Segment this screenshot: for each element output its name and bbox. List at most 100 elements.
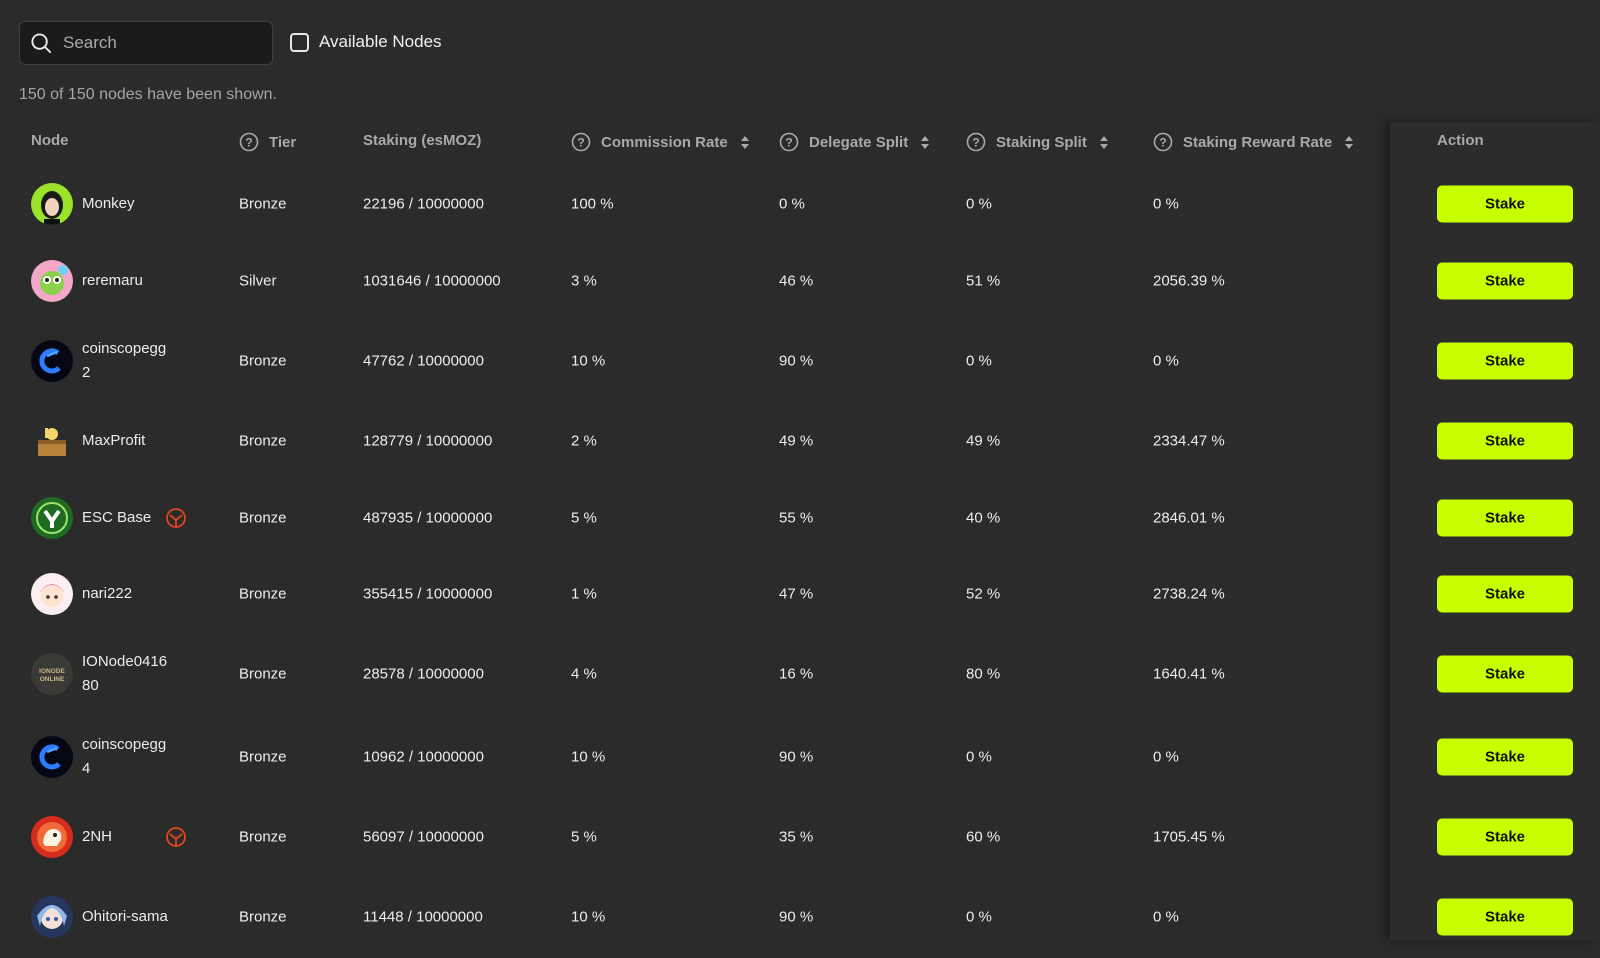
table-row: coinscopegg2 Bronze 47762 / 10000000 10 % 90… (0, 320, 1600, 402)
table-row: ESC Base Bronze 487935 / 10000000 5 % 55 % 40… (0, 480, 1600, 556)
delegate-split-cell: 0 % (779, 195, 805, 213)
stake-button[interactable]: Stake (1437, 655, 1573, 693)
tier-cell: Bronze (239, 748, 287, 766)
stake-button[interactable]: Stake (1437, 422, 1573, 460)
commission-cell: 5 % (571, 509, 597, 527)
staking-split-cell: 0 % (966, 195, 992, 213)
delegate-split-cell: 47 % (779, 585, 814, 603)
svg-text:?: ? (245, 136, 252, 150)
column-header-commission[interactable]: ? Commission Rate (571, 132, 750, 152)
node-name: coinscopegg2 (82, 340, 167, 381)
staking-split-cell: 49 % (966, 432, 1001, 450)
table-row: Monkey Bronze 22196 / 10000000 100 % 0 % 0 % 0… (0, 167, 1600, 241)
staking-split-cell: 51 % (966, 272, 1001, 290)
svg-text:?: ? (1159, 136, 1166, 150)
tier-cell: Silver (239, 272, 277, 290)
reward-rate-cell: 2334.47 % (1153, 432, 1225, 450)
stake-button[interactable]: Stake (1437, 262, 1573, 300)
nari-avatar (31, 573, 73, 615)
reward-rate-cell: 2738.24 % (1153, 585, 1225, 603)
column-header-staking-split-label: Staking Split (996, 133, 1087, 151)
commission-cell: 3 % (571, 272, 597, 290)
2nh-avatar (31, 816, 73, 858)
ohitori-avatar (31, 896, 73, 938)
stake-button[interactable]: Stake (1437, 185, 1573, 223)
commission-cell: 100 % (571, 195, 614, 213)
available-nodes-label: Available Nodes (319, 32, 442, 51)
column-header-staking-split[interactable]: ? Staking Split (966, 132, 1109, 152)
table-row: MaxProfit Bronze 128779 / 10000000 2 % 49 % 4… (0, 402, 1600, 480)
column-header-reward-rate[interactable]: ? Staking Reward Rate (1153, 132, 1354, 152)
node-name: reremaru (82, 272, 143, 289)
sort-icon[interactable] (740, 135, 750, 150)
table-row: reremaru Silver 1031646 / 10000000 3 % 46 % 5… (0, 242, 1600, 320)
sort-icon[interactable] (1344, 135, 1354, 150)
available-nodes-filter[interactable]: Available Nodes (290, 32, 442, 52)
staking-split-cell: 0 % (966, 748, 992, 766)
sort-icon[interactable] (920, 135, 930, 150)
coinscope-avatar (31, 736, 73, 778)
network-badge-icon (165, 826, 187, 848)
reward-rate-cell: 1705.45 % (1153, 828, 1225, 846)
escbase-avatar (31, 497, 73, 539)
stake-button[interactable]: Stake (1437, 818, 1573, 856)
table-row: nari222 Bronze 355415 / 10000000 1 % 47 % 52 … (0, 556, 1600, 632)
stake-button[interactable]: Stake (1437, 575, 1573, 613)
maxprofit-avatar (31, 420, 73, 462)
stake-button[interactable]: Stake (1437, 342, 1573, 380)
delegate-split-cell: 55 % (779, 509, 814, 527)
table-row: coinscopegg4 Bronze 10962 / 10000000 10 % 90… (0, 716, 1600, 798)
staking-split-cell: 52 % (966, 585, 1001, 603)
available-nodes-checkbox[interactable] (290, 32, 309, 52)
reward-rate-cell: 0 % (1153, 352, 1179, 370)
staking-split-cell: 0 % (966, 352, 992, 370)
search-input[interactable] (63, 33, 253, 53)
stake-button[interactable]: Stake (1437, 499, 1573, 537)
node-name: Monkey (82, 195, 135, 212)
staking-cell: 128779 / 10000000 (363, 432, 493, 450)
svg-text:?: ? (972, 136, 979, 150)
node-cell: MaxProfit (31, 420, 172, 462)
column-header-delegate-split-label: Delegate Split (809, 133, 909, 151)
table-row: Ohitori-sama Bronze 11448 / 10000000 10 % 90… (0, 876, 1600, 958)
search-icon (31, 32, 52, 53)
coinscope-avatar (31, 340, 73, 382)
node-cell: Ohitori-sama (31, 896, 172, 938)
stake-button[interactable]: Stake (1437, 738, 1573, 776)
help-icon[interactable]: ? (966, 132, 986, 152)
search-box[interactable] (19, 21, 273, 65)
help-icon[interactable]: ? (571, 132, 591, 152)
commission-cell: 1 % (571, 585, 597, 603)
svg-text:?: ? (577, 136, 584, 150)
reward-rate-cell: 0 % (1153, 195, 1179, 213)
staking-split-cell: 80 % (966, 665, 1001, 683)
stake-button[interactable]: Stake (1437, 898, 1573, 936)
node-cell: Monkey (31, 183, 172, 225)
column-header-delegate-split[interactable]: ? Delegate Split (779, 132, 930, 152)
tier-cell: Bronze (239, 665, 287, 683)
sort-icon[interactable] (1099, 135, 1109, 150)
tier-cell: Bronze (239, 509, 287, 527)
table-row: 2NH Bronze 56097 / 10000000 5 % 35 % 60 % 1705… (0, 798, 1600, 876)
delegate-split-cell: 90 % (779, 352, 814, 370)
help-icon[interactable]: ? (779, 132, 799, 152)
node-name: 2NH (82, 828, 113, 845)
reward-rate-cell: 2056.39 % (1153, 272, 1225, 290)
column-header-node: Node (31, 132, 69, 149)
node-name: IONode041680 (82, 653, 168, 694)
tier-cell: Bronze (239, 585, 287, 603)
delegate-split-cell: 90 % (779, 748, 814, 766)
ionode-logo-text: IONODE (39, 668, 65, 675)
node-name: nari222 (82, 585, 133, 602)
column-header-action: Action (1437, 132, 1484, 149)
help-icon[interactable]: ? (239, 132, 259, 152)
nodes-count-text: 150 of 150 nodes have been shown. (19, 86, 277, 103)
node-name: coinscopegg4 (82, 736, 167, 777)
node-cell: coinscopegg2 (31, 337, 172, 385)
delegate-split-cell: 35 % (779, 828, 814, 846)
staking-cell: 56097 / 10000000 (363, 828, 484, 846)
staking-cell: 1031646 / 10000000 (363, 272, 501, 290)
column-header-tier-label: Tier (269, 133, 297, 151)
node-cell: reremaru (31, 260, 172, 302)
help-icon[interactable]: ? (1153, 132, 1173, 152)
